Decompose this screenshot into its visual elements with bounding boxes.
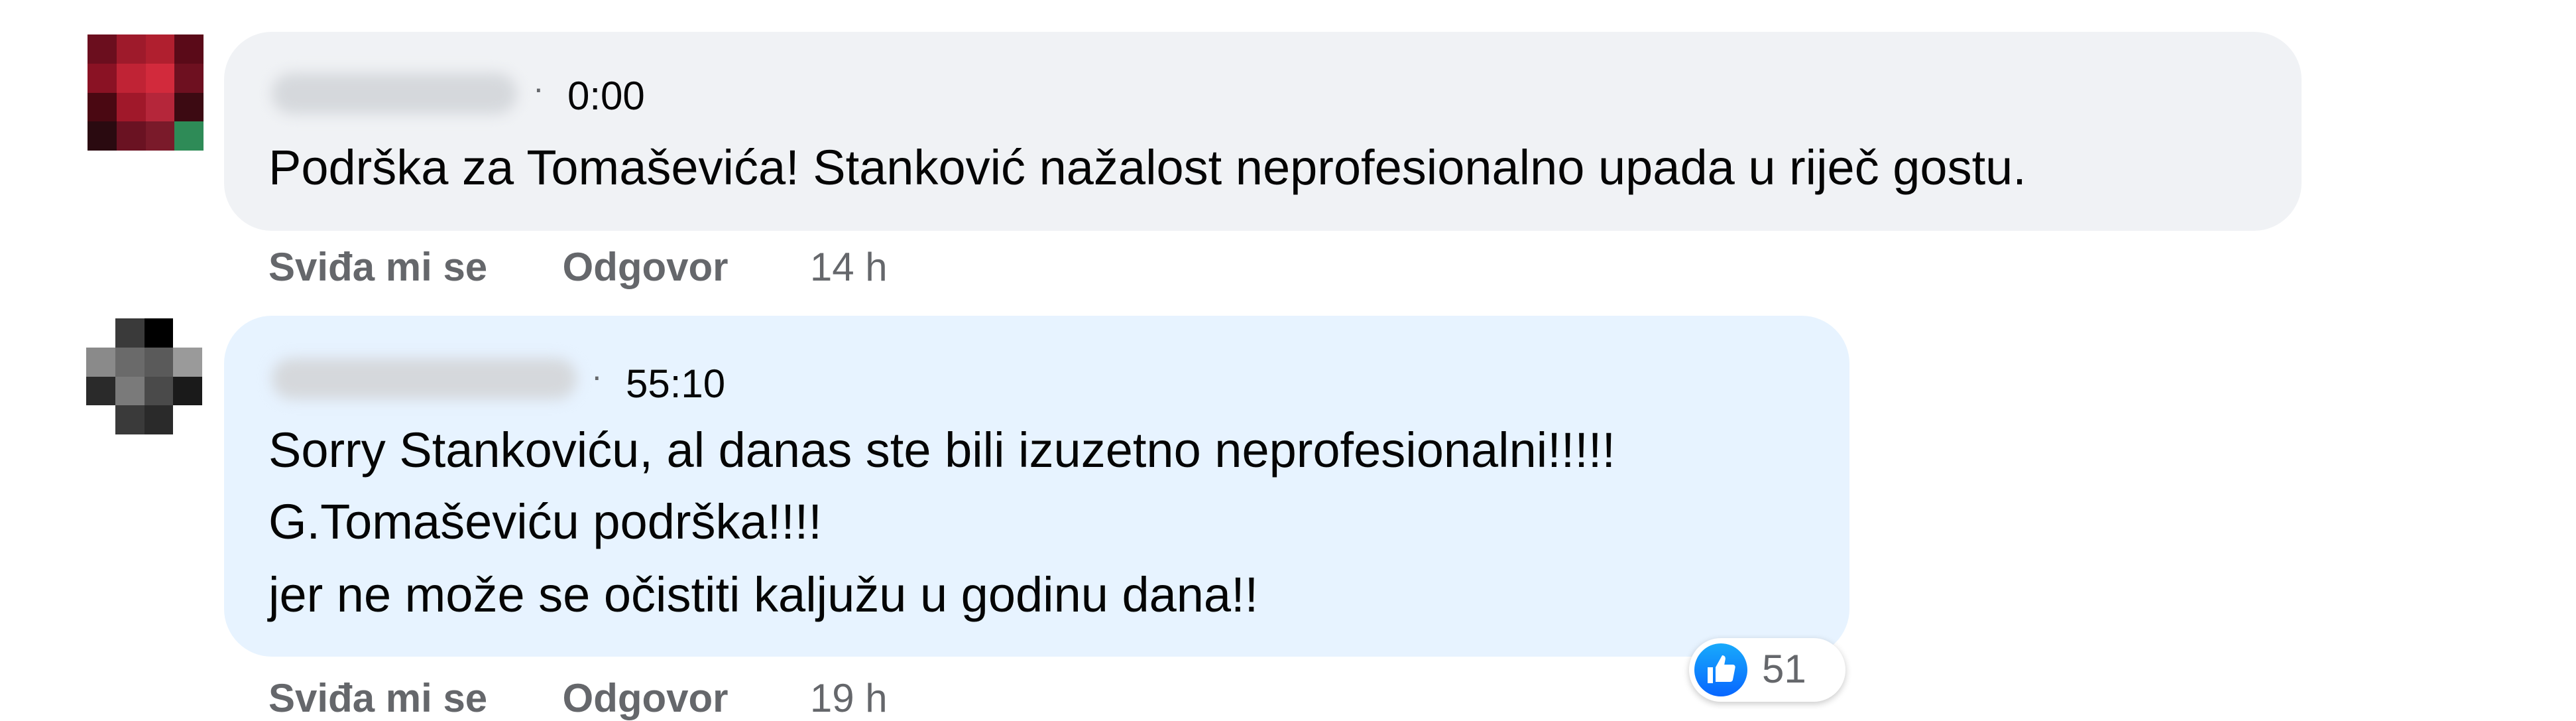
- avatar[interactable]: [88, 34, 204, 151]
- author-name-blurred[interactable]: [272, 73, 517, 114]
- like-icon: [1694, 643, 1747, 696]
- comment-time[interactable]: 14 h: [810, 245, 888, 289]
- avatar-pixel: [116, 63, 146, 93]
- comment-time[interactable]: 19 h: [810, 676, 888, 720]
- comment-actions: Sviđa mi se Odgovor 14 h: [268, 244, 888, 290]
- avatar-pixel: [88, 92, 117, 122]
- comment-text-line-1: Sorry Stankoviću, al danas ste bili izuz…: [268, 423, 1616, 478]
- like-button[interactable]: Sviđa mi se: [268, 245, 487, 289]
- avatar-pixel: [173, 405, 202, 434]
- avatar-pixel: [115, 376, 145, 406]
- avatar-pixel: [116, 34, 146, 64]
- avatar-pixel: [116, 92, 146, 122]
- avatar-pixel: [116, 121, 146, 151]
- separator-dot: ·: [533, 70, 544, 107]
- avatar-pixel: [115, 347, 145, 377]
- avatar-pixel: [174, 92, 204, 122]
- video-timestamp[interactable]: 55:10: [626, 361, 725, 407]
- avatar-pixel: [115, 318, 145, 348]
- avatar-pixel: [88, 34, 117, 64]
- avatar-pixel: [144, 318, 174, 348]
- avatar-pixel: [86, 405, 115, 434]
- avatar-pixel: [145, 34, 175, 64]
- avatar-pixel: [173, 347, 202, 377]
- avatar-pixel: [173, 376, 202, 406]
- comment-actions: Sviđa mi se Odgovor 19 h: [268, 675, 888, 721]
- author-name-blurred[interactable]: [272, 358, 577, 399]
- comment-text-line-2: G.Tomaševiću podrška!!!!: [268, 494, 822, 549]
- like-button[interactable]: Sviđa mi se: [268, 676, 487, 720]
- reply-button[interactable]: Odgovor: [563, 676, 729, 720]
- avatar-pixel: [145, 63, 175, 93]
- avatar-pixel: [174, 63, 204, 93]
- avatar-pixel: [174, 121, 204, 151]
- reaction-summary[interactable]: 51: [1689, 638, 1845, 702]
- comment-text-line-3: jer ne može se očistiti kaljužu u godinu…: [268, 567, 1259, 622]
- avatar-pixel: [86, 318, 115, 348]
- avatar-pixel: [88, 63, 117, 93]
- avatar-pixel: [145, 121, 175, 151]
- avatar-pixel: [145, 92, 175, 122]
- avatar-pixel: [86, 347, 115, 377]
- reaction-count: 51: [1762, 647, 1806, 691]
- avatar-pixel: [86, 376, 115, 406]
- separator-dot: ·: [591, 358, 603, 395]
- comment-text: Podrška za Tomaševića! Stanković nažalos…: [268, 140, 2026, 195]
- avatar-pixel: [144, 405, 174, 434]
- video-timestamp[interactable]: 0:00: [567, 73, 645, 119]
- avatar-pixel: [88, 121, 117, 151]
- avatar-pixel: [144, 376, 174, 406]
- avatar[interactable]: [86, 318, 202, 434]
- avatar-pixel: [173, 318, 202, 348]
- avatar-pixel: [174, 34, 204, 64]
- reply-button[interactable]: Odgovor: [563, 245, 729, 289]
- avatar-pixel: [144, 347, 174, 377]
- avatar-pixel: [115, 405, 145, 434]
